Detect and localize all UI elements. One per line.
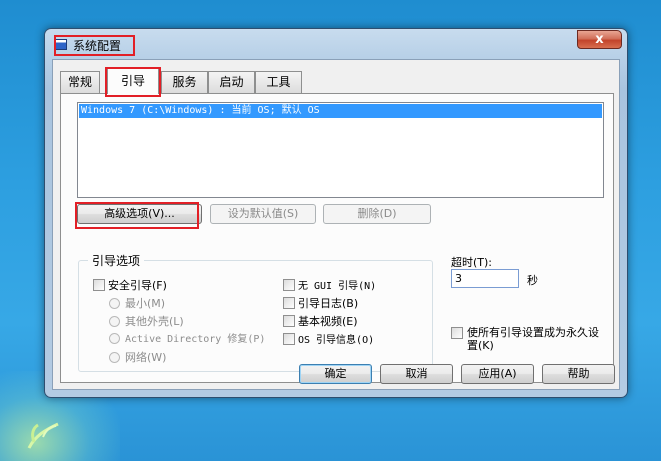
set-default-button[interactable]: 设为默认值(S) bbox=[210, 204, 316, 224]
cancel-button[interactable]: 取消 bbox=[380, 364, 453, 384]
os-list-item[interactable]: Windows 7 (C:\Windows) : 当前 OS; 默认 OS bbox=[79, 104, 602, 118]
minimal-radio[interactable]: 最小(M) bbox=[109, 297, 165, 313]
make-permanent-checkbox[interactable]: 使所有引导设置成为永久设置(K) bbox=[451, 326, 607, 352]
checkbox-box bbox=[283, 333, 295, 345]
make-permanent-label: 使所有引导设置成为永久设置(K) bbox=[467, 326, 599, 352]
os-boot-info-label: OS 引导信息(O) bbox=[298, 335, 375, 346]
boot-tab-panel: Windows 7 (C:\Windows) : 当前 OS; 默认 OS 高级… bbox=[60, 93, 614, 383]
minimal-label: 最小(M) bbox=[125, 297, 166, 310]
help-button[interactable]: 帮助 bbox=[542, 364, 615, 384]
boot-log-label: 引导日志(B) bbox=[298, 297, 359, 310]
os-boot-info-checkbox[interactable]: OS 引导信息(O) bbox=[283, 333, 374, 349]
checkbox-box bbox=[283, 315, 295, 327]
radio-dot bbox=[109, 333, 120, 344]
active-directory-repair-label: Active Directory 修复(P) bbox=[125, 334, 266, 345]
alternate-shell-radio[interactable]: 其他外壳(L) bbox=[109, 315, 184, 331]
safe-boot-label: 安全引导(F) bbox=[108, 279, 167, 292]
active-directory-repair-radio[interactable]: Active Directory 修复(P) bbox=[109, 333, 265, 349]
delete-button[interactable]: 删除(D) bbox=[323, 204, 431, 224]
timeout-input[interactable]: 3 bbox=[451, 269, 519, 288]
tab-startup[interactable]: 启动 bbox=[208, 71, 255, 93]
checkbox-box bbox=[283, 297, 295, 309]
radio-dot bbox=[109, 298, 120, 309]
network-radio[interactable]: 网络(W) bbox=[109, 351, 166, 367]
tab-boot[interactable]: 引导 bbox=[107, 68, 159, 94]
network-label: 网络(W) bbox=[125, 351, 167, 364]
timeout-label: 超时(T): bbox=[451, 256, 493, 269]
no-gui-boot-label: 无 GUI 引导(N) bbox=[298, 281, 377, 292]
title-bar[interactable]: 系统配置 x bbox=[45, 29, 627, 59]
boot-log-checkbox[interactable]: 引导日志(B) bbox=[283, 297, 358, 313]
tab-services[interactable]: 服务 bbox=[161, 71, 208, 93]
title-highlight-annotation bbox=[54, 35, 135, 56]
checkbox-box bbox=[93, 279, 105, 291]
base-video-checkbox[interactable]: 基本视频(E) bbox=[283, 315, 358, 331]
timeout-unit: 秒 bbox=[527, 274, 538, 287]
base-video-label: 基本视频(E) bbox=[298, 315, 358, 328]
apply-button[interactable]: 应用(A) bbox=[461, 364, 534, 384]
tab-tools[interactable]: 工具 bbox=[255, 71, 302, 93]
tab-general[interactable]: 常规 bbox=[60, 71, 100, 93]
ok-button[interactable]: 确定 bbox=[299, 364, 372, 384]
dialog-client-area: 常规 引导 服务 启动 工具 Windows 7 (C:\Windows) : … bbox=[52, 59, 620, 390]
boot-options-title: 引导选项 bbox=[88, 252, 145, 269]
advanced-options-button[interactable]: 高级选项(V)... bbox=[77, 204, 202, 224]
checkbox-box bbox=[283, 279, 295, 291]
wallpaper-leaf-icon bbox=[27, 422, 59, 449]
checkbox-box bbox=[451, 327, 463, 339]
no-gui-boot-checkbox[interactable]: 无 GUI 引导(N) bbox=[283, 279, 376, 295]
radio-dot bbox=[109, 316, 120, 327]
safe-boot-checkbox[interactable]: 安全引导(F) bbox=[93, 279, 167, 295]
radio-dot bbox=[109, 352, 120, 363]
close-button[interactable]: x bbox=[577, 30, 622, 49]
os-list[interactable]: Windows 7 (C:\Windows) : 当前 OS; 默认 OS bbox=[77, 102, 604, 198]
alternate-shell-label: 其他外壳(L) bbox=[125, 315, 184, 328]
system-configuration-window: 系统配置 x 常规 引导 服务 启动 工具 Windows 7 (C:\Wind… bbox=[44, 28, 628, 398]
